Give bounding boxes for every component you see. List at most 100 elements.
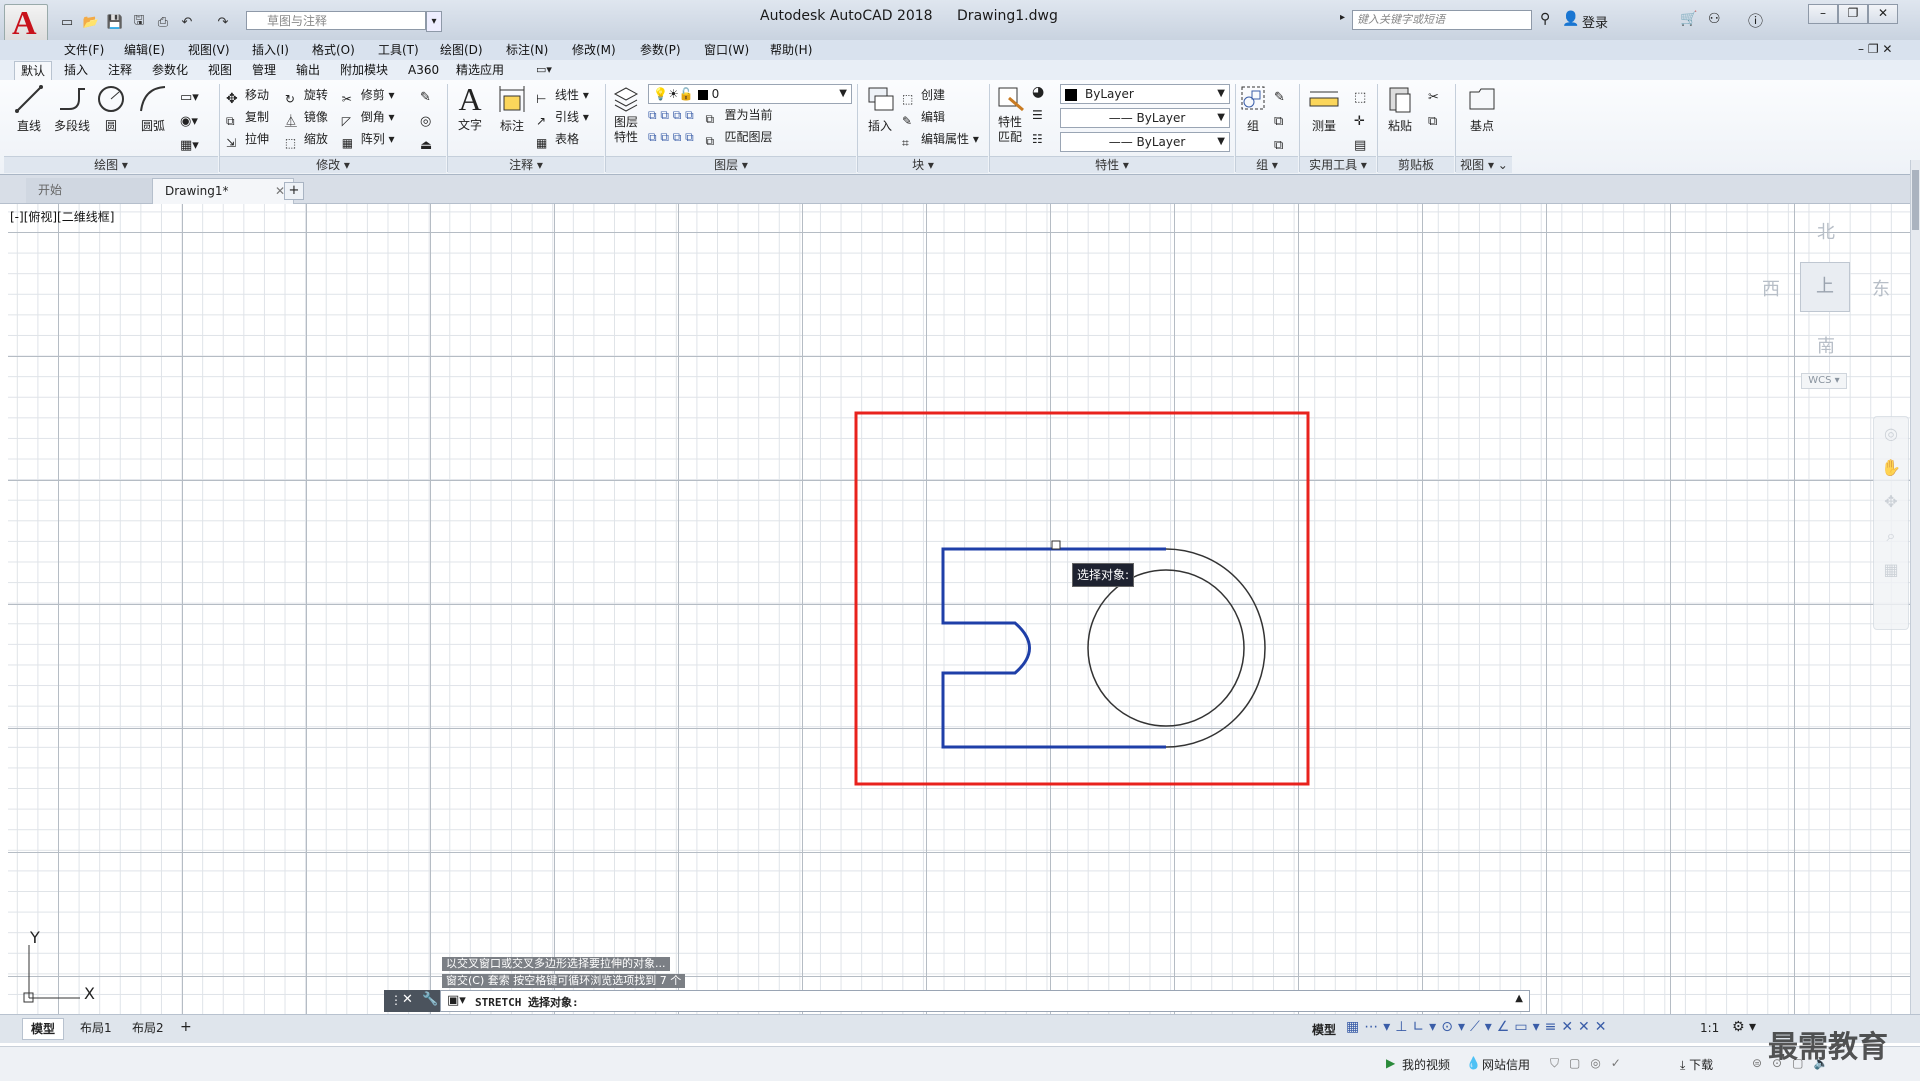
annotation-scale[interactable]: 1:1 bbox=[1700, 1021, 1719, 1035]
save-as-icon[interactable]: 🖫 bbox=[128, 11, 150, 33]
layer-tool-icons[interactable]: ⧉ ⧉ ⧉ ⧉ bbox=[648, 108, 694, 122]
viewcube-south[interactable]: 南 bbox=[1817, 332, 1835, 358]
drag-handle-icon[interactable]: ⋮ bbox=[390, 993, 402, 1007]
trim-tool[interactable]: ✂ 修剪 ▾ bbox=[342, 88, 395, 106]
drawing-canvas[interactable] bbox=[8, 204, 1910, 1020]
linear-tool[interactable]: ⊢ 线性 ▾ bbox=[536, 84, 600, 106]
circle-tool[interactable]: 圆 bbox=[94, 84, 128, 134]
scrollbar-thumb[interactable] bbox=[1912, 170, 1919, 230]
doc-window-controls[interactable]: – ❐ ✕ bbox=[1858, 42, 1892, 56]
menu-parametric[interactable]: 参数(P) bbox=[640, 40, 681, 60]
command-prompt-icon[interactable]: ▣▾ bbox=[447, 993, 466, 1008]
set-current-tool[interactable]: ⧉ 置为当前 bbox=[706, 108, 773, 126]
annotation-panel-title[interactable]: 注释 ▾ bbox=[448, 156, 604, 173]
new-tab-button[interactable]: + bbox=[284, 182, 304, 200]
arc-tool[interactable]: 圆弧 bbox=[136, 84, 170, 134]
vertical-scrollbar[interactable] bbox=[1910, 160, 1920, 1020]
menu-format[interactable]: 格式(O) bbox=[312, 40, 355, 60]
layer-tool-icons-2[interactable]: ⧉ ⧉ ⧉ ⧉ bbox=[648, 130, 694, 144]
search-input[interactable]: 键入关键字或短语 bbox=[1352, 10, 1532, 30]
login-link[interactable]: 登录 bbox=[1582, 12, 1608, 31]
help-icon[interactable]: ⓘ bbox=[1748, 10, 1763, 31]
close-command-icon[interactable]: ✕ bbox=[402, 992, 413, 1007]
my-video-link[interactable]: 我的视频 bbox=[1402, 1056, 1450, 1073]
leader-tool[interactable]: ↗ 引线 ▾ bbox=[536, 106, 600, 128]
polyline-tool[interactable]: 多段线 bbox=[52, 84, 92, 134]
web-credit-link[interactable]: 网站信用 bbox=[1482, 1056, 1530, 1073]
utilities-panel-title[interactable]: 实用工具 ▾ bbox=[1300, 156, 1376, 173]
redo-icon[interactable]: ↷ bbox=[212, 11, 234, 33]
open-file-icon[interactable]: 📂 bbox=[80, 11, 102, 33]
print-icon[interactable]: ⎙ bbox=[152, 11, 174, 33]
menu-view[interactable]: 视图(V) bbox=[188, 40, 230, 60]
new-file-icon[interactable]: ▭ bbox=[56, 11, 78, 33]
undo-icon[interactable]: ↶ bbox=[176, 11, 198, 33]
move-tool[interactable]: ✥ 移动 bbox=[226, 88, 269, 107]
menu-window[interactable]: 窗口(W) bbox=[704, 40, 749, 60]
settings-gear-icon[interactable]: ⚙ ▾ bbox=[1732, 1019, 1756, 1035]
edit-block-tool[interactable]: ✎ 编辑 bbox=[902, 106, 992, 128]
array-tool[interactable]: ▦ 阵列 ▾ bbox=[342, 132, 395, 150]
insert-block-tool[interactable]: 插入 bbox=[862, 84, 898, 134]
table-tool[interactable]: ▦ 表格 bbox=[536, 128, 600, 150]
minimize-button[interactable]: – bbox=[1808, 4, 1838, 24]
match-layer-tool[interactable]: ⧉ 匹配图层 bbox=[706, 130, 773, 148]
tab-a360[interactable]: A360 bbox=[402, 61, 445, 80]
application-menu-button[interactable]: A bbox=[4, 4, 48, 44]
viewcube-west[interactable]: 西 bbox=[1762, 275, 1780, 301]
binoculars-icon[interactable]: ⚲ bbox=[1540, 11, 1550, 27]
group-small-icons[interactable]: ✎ ⧉ ⧉ bbox=[1274, 86, 1285, 158]
group-tool[interactable]: 组 bbox=[1238, 84, 1268, 134]
add-layout-button[interactable]: + bbox=[180, 1019, 192, 1035]
menu-modify[interactable]: 修改(M) bbox=[572, 40, 616, 60]
clipboard-panel-title[interactable]: 剪贴板 bbox=[1378, 156, 1454, 173]
tray-icons[interactable]: ⛉▢◎✓ bbox=[1550, 1056, 1631, 1071]
tab-output[interactable]: 输出 bbox=[290, 61, 326, 80]
tab-model[interactable]: 模型 bbox=[22, 1018, 65, 1040]
save-icon[interactable]: 💾 bbox=[104, 11, 126, 33]
tab-manage[interactable]: 管理 bbox=[246, 61, 282, 80]
model-space-button[interactable]: 模型 bbox=[1312, 1021, 1336, 1038]
tab-layout2[interactable]: 布局2 bbox=[124, 1018, 172, 1038]
qat-customize-icon[interactable]: ▾ bbox=[426, 11, 442, 32]
menu-help[interactable]: 帮助(H) bbox=[770, 40, 812, 60]
layers-panel-title[interactable]: 图层 ▾ bbox=[606, 156, 856, 173]
tab-drawing1[interactable]: Drawing1* ✕ bbox=[152, 178, 294, 204]
base-view-tool[interactable]: 基点 bbox=[1462, 84, 1502, 134]
tab-layout1[interactable]: 布局1 bbox=[72, 1018, 120, 1038]
cart-icon[interactable]: 🛒 bbox=[1680, 11, 1697, 27]
navigation-bar[interactable]: ◎ ✋ ✥ ⌕ ▦ bbox=[1873, 416, 1909, 630]
tab-default[interactable]: 默认 bbox=[14, 61, 53, 81]
menu-tools[interactable]: 工具(T) bbox=[378, 40, 419, 60]
draw-small-tools[interactable]: ▭▾ ◉▾ ▦▾ bbox=[180, 86, 199, 158]
rotate-tool[interactable]: ↻ 旋转 bbox=[285, 88, 328, 106]
a360-icon[interactable]: ⚇ bbox=[1708, 11, 1721, 27]
chamfer-tool[interactable]: ◸ 倒角 ▾ bbox=[342, 110, 395, 128]
wcs-menu[interactable]: WCS ▾ bbox=[1801, 373, 1847, 389]
tab-parametric[interactable]: 参数化 bbox=[146, 61, 194, 80]
viewcube-north[interactable]: 北 bbox=[1817, 218, 1835, 244]
modify-extra-icons[interactable]: ✎ ◎ ⏏ bbox=[420, 86, 432, 158]
tab-annotate[interactable]: 注释 bbox=[102, 61, 138, 80]
groups-panel-title[interactable]: 组 ▾ bbox=[1236, 156, 1298, 173]
stretch-tool[interactable]: ⇲ 拉伸 bbox=[226, 132, 269, 150]
line-tool[interactable]: 直线 bbox=[12, 84, 46, 134]
restore-button[interactable]: ❐ bbox=[1838, 4, 1868, 24]
draw-panel-title[interactable]: 绘图 ▾ bbox=[4, 156, 218, 173]
viewport-controls[interactable]: [-][俯视][二维线框] bbox=[10, 208, 114, 225]
mirror-tool[interactable]: ⏅ 镜像 bbox=[285, 110, 328, 128]
layer-select[interactable]: 💡☀🔓 0 ▼ bbox=[648, 84, 852, 104]
tab-featured-apps[interactable]: 精选应用 bbox=[450, 61, 510, 80]
measure-tool[interactable]: 测量 bbox=[1304, 84, 1344, 134]
text-tool[interactable]: A 文字 bbox=[452, 82, 488, 133]
lineweight-select[interactable]: —— ByLayer ▼ bbox=[1060, 108, 1230, 128]
tab-view[interactable]: 视图 bbox=[202, 61, 238, 80]
viewcube-east[interactable]: 东 bbox=[1872, 275, 1890, 301]
utilities-small-icons[interactable]: ⬚ ✛ ▤ bbox=[1354, 86, 1366, 158]
scale-tool[interactable]: ⬚ 缩放 bbox=[285, 132, 328, 150]
command-line[interactable]: ▣▾ STRETCH 选择对象: ▲ bbox=[440, 990, 1530, 1012]
paste-tool[interactable]: 粘贴 bbox=[1382, 84, 1418, 134]
search-expand-icon[interactable]: ▸ bbox=[1340, 12, 1345, 23]
dimension-tool[interactable]: 标注 bbox=[494, 84, 530, 134]
tab-insert[interactable]: 插入 bbox=[58, 61, 94, 80]
